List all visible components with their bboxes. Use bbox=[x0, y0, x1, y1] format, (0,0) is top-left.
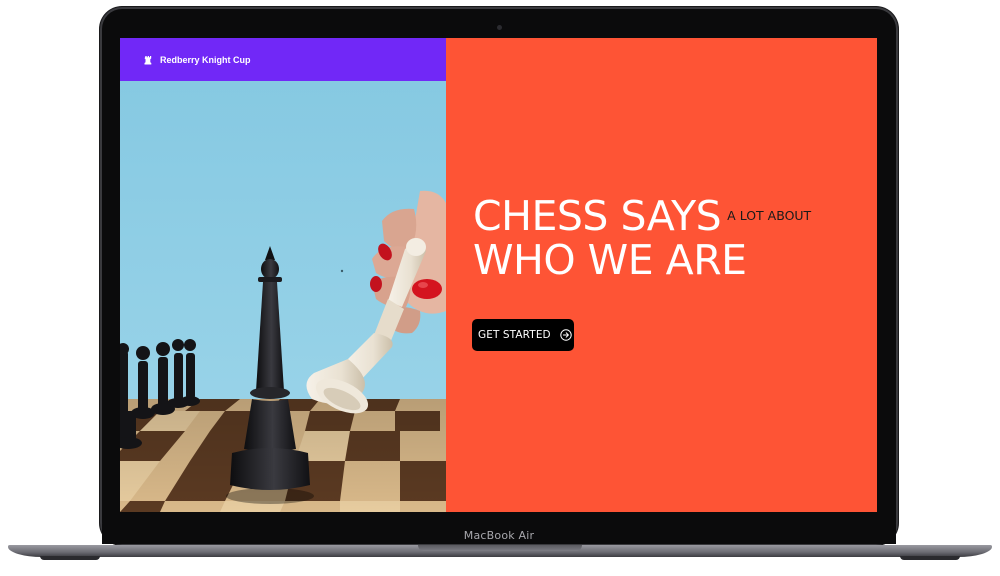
laptop-foot-right bbox=[900, 556, 960, 560]
camera-dot bbox=[497, 25, 502, 30]
chess-rook-icon bbox=[144, 55, 152, 64]
navbar: Redberry Knight Cup bbox=[120, 38, 446, 81]
laptop-mockup: Redberry Knight Cup CHESS SAYS A LOT ABO… bbox=[0, 0, 1000, 576]
laptop-base-notch bbox=[418, 545, 582, 551]
brand-name[interactable]: Redberry Knight Cup bbox=[160, 55, 251, 65]
hero-headline: CHESS SAYS A LOT ABOUT WHO WE ARE bbox=[473, 196, 811, 281]
get-started-label: GET STARTED bbox=[478, 329, 551, 341]
laptop-screen: Redberry Knight Cup CHESS SAYS A LOT ABO… bbox=[120, 38, 877, 512]
headline-line-2: WHO WE ARE bbox=[473, 236, 747, 284]
headline-aside: A LOT ABOUT bbox=[727, 207, 812, 223]
get-started-button[interactable]: GET STARTED bbox=[472, 319, 574, 351]
chess-hero-photo bbox=[120, 81, 446, 512]
laptop-foot-left bbox=[40, 556, 100, 560]
device-model-label: MacBook Air bbox=[463, 529, 535, 542]
arrow-circle-right-icon bbox=[560, 329, 572, 341]
hero-image-pane: Redberry Knight Cup bbox=[120, 38, 446, 512]
headline-line-1: CHESS SAYS bbox=[473, 192, 722, 240]
hero-content-pane: CHESS SAYS A LOT ABOUT WHO WE ARE GET ST… bbox=[446, 38, 877, 512]
laptop-chin: MacBook Air bbox=[102, 524, 896, 544]
